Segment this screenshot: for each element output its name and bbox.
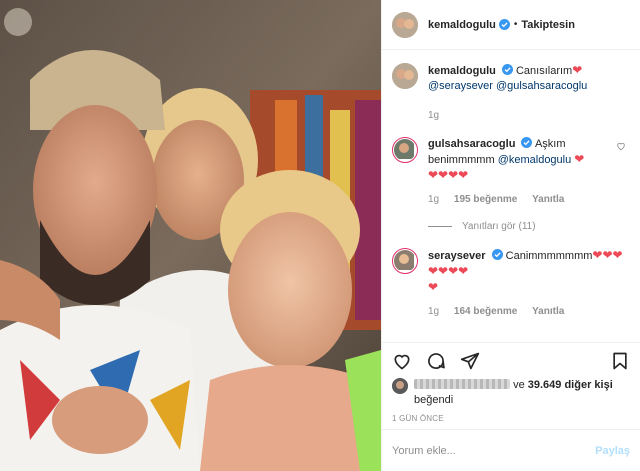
comment-mention[interactable]: @kemaldogulu [498, 154, 572, 166]
comments-list[interactable]: kemaldogulu Canısılarım❤ @seraysever @gu… [382, 51, 640, 341]
likes-and: ve [513, 379, 525, 391]
verified-icon [498, 19, 510, 30]
likes-liked: beğendi [414, 394, 454, 406]
verified-icon [521, 137, 533, 148]
liker-avatar[interactable] [392, 378, 408, 394]
likes-count[interactable]: 39.649 diğer kişi [528, 379, 613, 391]
reply-button[interactable]: Yanıtla [532, 306, 564, 317]
reply-button[interactable]: Yanıtla [532, 194, 564, 205]
avatar-image [392, 11, 418, 38]
avatar-image [394, 250, 414, 270]
heart-emoji: ❤ [428, 280, 439, 294]
verified-icon [491, 249, 503, 260]
action-bar [382, 342, 640, 378]
post-photo[interactable] [0, 0, 381, 471]
heart-emoji: ❤ [572, 63, 583, 77]
avatar[interactable] [392, 11, 418, 38]
heart-emoji: ❤❤❤❤ [428, 168, 469, 182]
comment-icon[interactable] [426, 351, 446, 371]
likes-summary[interactable]: ve 39.649 diğer kişi beğendi [392, 378, 630, 408]
instagram-post: kemaldogulu • Takiptesin kemaldogulu Can… [0, 0, 640, 471]
caption: kemaldogulu Canısılarım❤ @seraysever @gu… [392, 63, 630, 123]
caption-username[interactable]: kemaldogulu [428, 65, 496, 77]
comment-likes[interactable]: 195 beğenme [454, 194, 517, 205]
avatar-image [392, 63, 418, 89]
following-button[interactable]: Takiptesin [521, 19, 575, 31]
post-header: kemaldogulu • Takiptesin [382, 0, 640, 50]
comment-text: Canimmmmmmm [505, 250, 593, 262]
view-replies-label: Yanıtları gör (11) [462, 221, 536, 232]
comment-item: seraysever Canimmmmmmm❤❤❤❤❤❤❤ ❤ 1g 164 b… [392, 248, 630, 319]
selfie-image [0, 0, 381, 471]
verified-icon [501, 64, 513, 75]
avatar-image [392, 378, 408, 394]
comment-item: gulsahsaracoglu Aşkım benimmmmm @kemaldo… [392, 137, 630, 207]
header-username[interactable]: kemaldogulu [428, 19, 496, 31]
comment-avatar[interactable] [392, 137, 418, 163]
view-replies-button[interactable]: Yanıtları gör (11) [428, 221, 630, 232]
post-comment-button[interactable]: Paylaş [595, 445, 630, 457]
comment-likes[interactable]: 164 beğenme [454, 306, 517, 317]
heart-emoji: ❤ [574, 152, 585, 166]
comment-avatar[interactable] [392, 248, 418, 274]
caption-mentions[interactable]: @seraysever @gulsahsaracoglu [428, 80, 587, 92]
comment-username[interactable]: gulsahsaracoglu [428, 138, 515, 150]
comment-box: Paylaş [382, 429, 640, 471]
caption-avatar[interactable] [392, 63, 418, 89]
comment-time[interactable]: 1g [428, 194, 439, 205]
comment-username[interactable]: seraysever [428, 250, 486, 262]
comment-input[interactable] [392, 444, 596, 457]
blurred-username [414, 379, 510, 389]
header-separator: • [513, 19, 518, 30]
share-icon[interactable] [460, 351, 480, 371]
save-icon[interactable] [610, 351, 630, 371]
heart-icon[interactable] [616, 141, 626, 151]
caption-time[interactable]: 1g [428, 110, 439, 121]
replies-divider [428, 226, 452, 227]
post-time-ago[interactable]: 1 GÜN ÖNCE [392, 414, 444, 423]
post-side-panel: kemaldogulu • Takiptesin kemaldogulu Can… [381, 0, 640, 471]
avatar-image [394, 139, 414, 159]
comment-time[interactable]: 1g [428, 306, 439, 317]
heart-icon[interactable] [392, 351, 412, 371]
caption-text: Canısılarım [515, 65, 573, 77]
